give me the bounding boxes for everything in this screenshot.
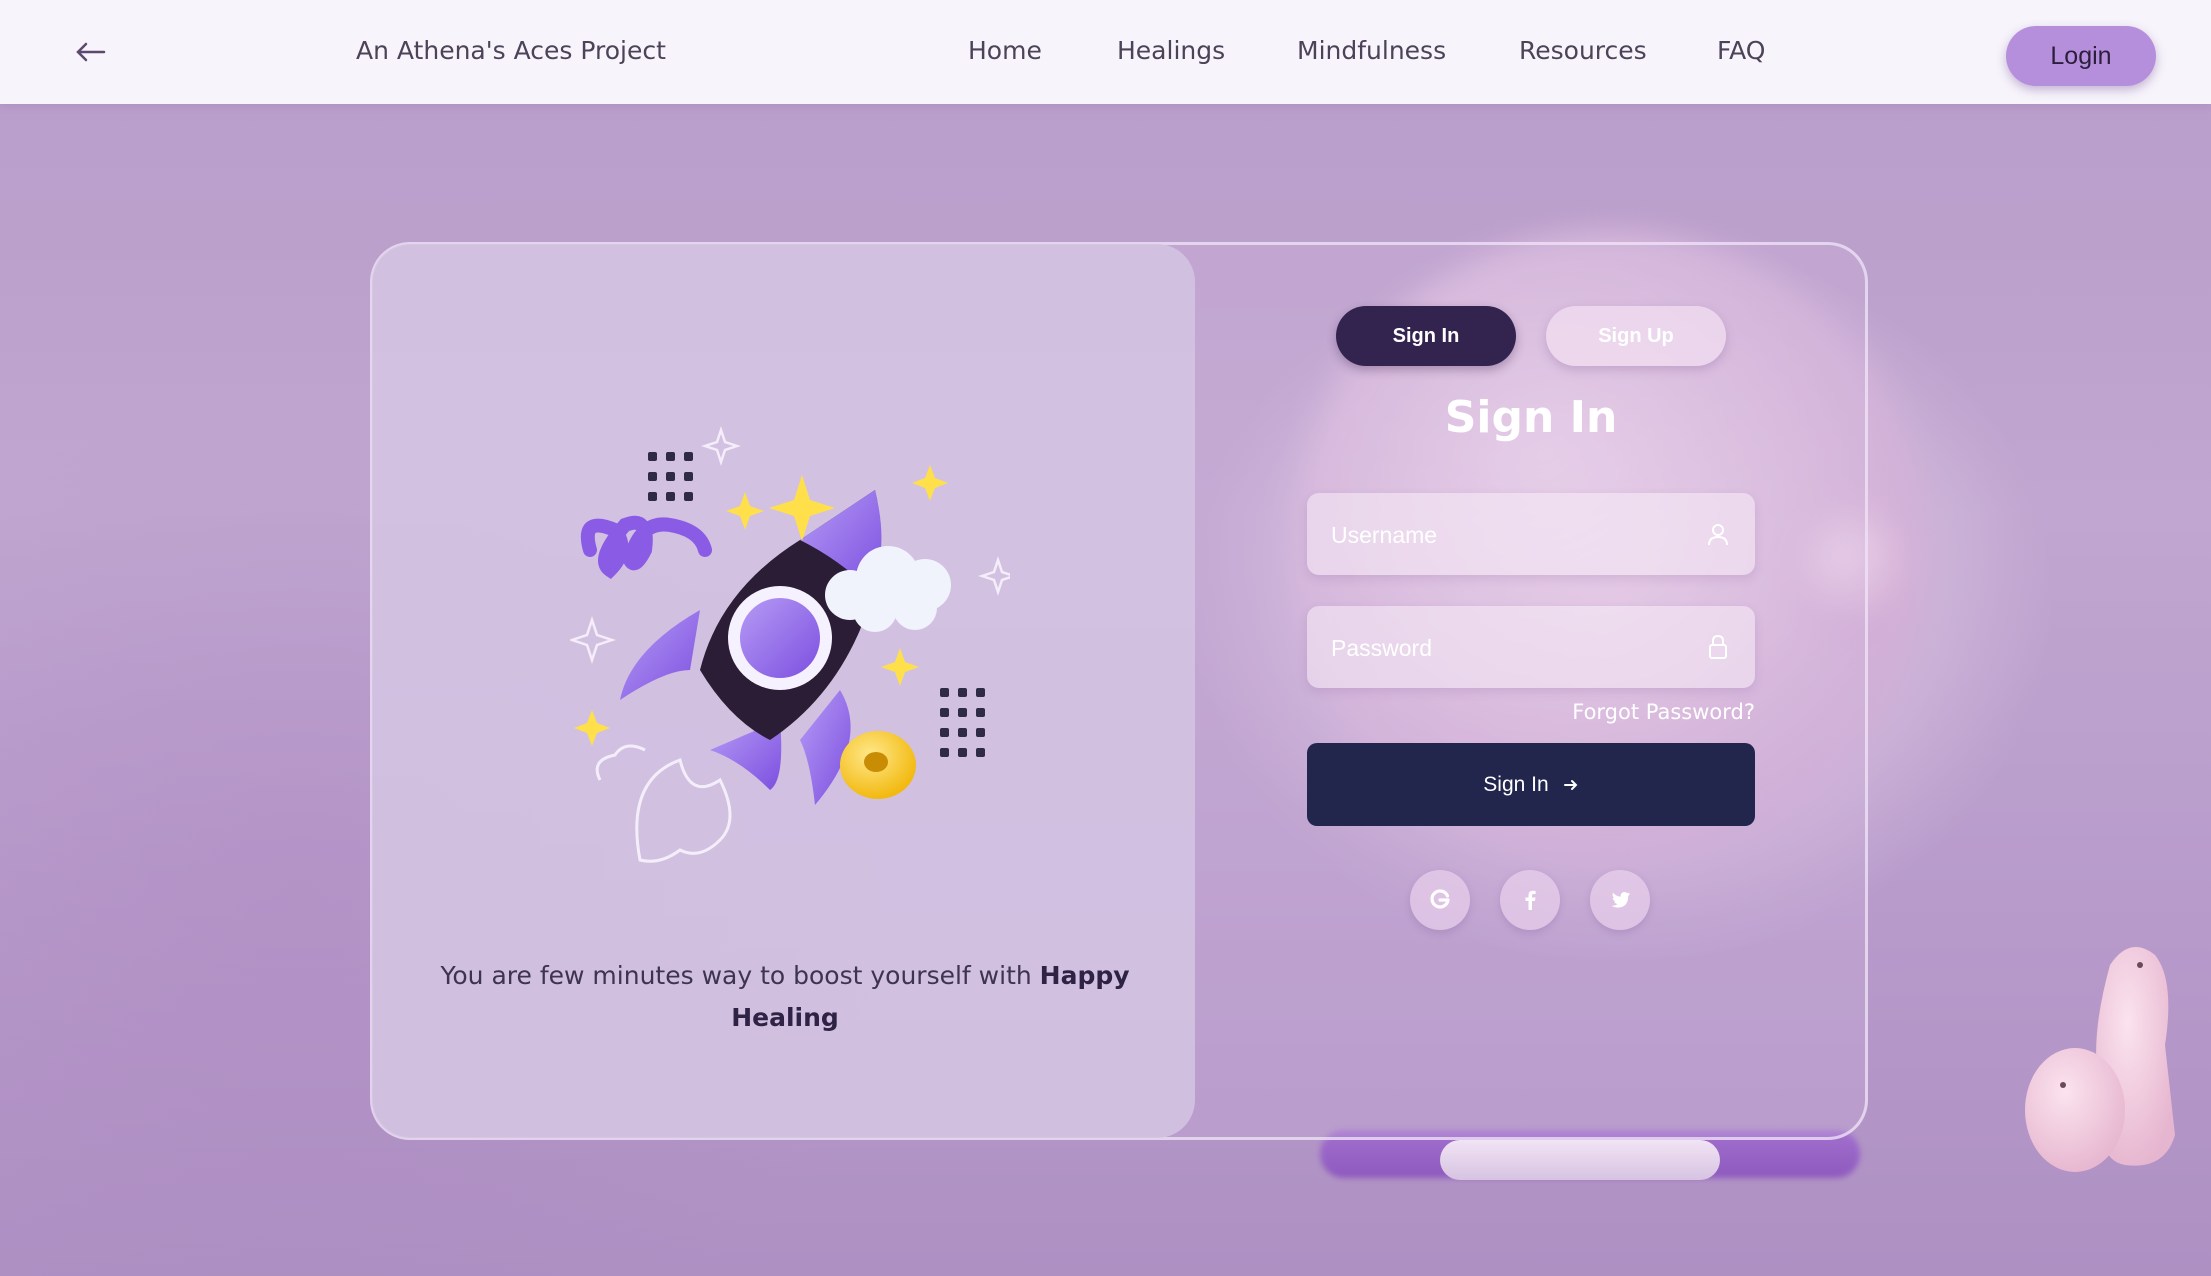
toy-figure-decoration — [2025, 947, 2175, 1172]
tab-sign-in[interactable]: Sign In — [1336, 306, 1516, 366]
password-input[interactable] — [1329, 606, 1693, 690]
sign-in-submit-button[interactable]: Sign In — [1307, 743, 1755, 826]
username-field — [1307, 493, 1755, 577]
nav-resources[interactable]: Resources — [1519, 36, 1647, 65]
password-field — [1307, 606, 1755, 690]
google-login-button[interactable] — [1410, 870, 1470, 930]
form-title: Sign In — [1444, 392, 1618, 443]
back-arrow-icon[interactable] — [72, 34, 112, 74]
nav-faq[interactable]: FAQ — [1717, 36, 1765, 65]
forgot-password-link[interactable]: Forgot Password? — [1500, 700, 1755, 724]
background-platform-top — [1440, 1140, 1720, 1180]
facebook-login-button[interactable] — [1500, 870, 1560, 930]
submit-label: Sign In — [1483, 772, 1549, 796]
username-input[interactable] — [1329, 493, 1693, 577]
twitter-icon — [1611, 892, 1630, 908]
brand-title: An Athena's Aces Project — [356, 36, 666, 65]
tab-sign-up[interactable]: Sign Up — [1546, 306, 1726, 366]
nav-healings[interactable]: Healings — [1117, 36, 1225, 65]
nav-mindfulness[interactable]: Mindfulness — [1297, 36, 1446, 65]
tagline: You are few minutes way to boost yoursel… — [420, 955, 1150, 1039]
google-icon — [1430, 889, 1450, 909]
tagline-text: You are few minutes way to boost yoursel… — [440, 961, 1032, 990]
nav-home[interactable]: Home — [968, 36, 1042, 65]
twitter-login-button[interactable] — [1590, 870, 1650, 930]
rocket-illustration-icon — [570, 426, 1010, 863]
top-navigation-bar: An Athena's Aces Project Home Healings M… — [0, 0, 2211, 104]
facebook-icon — [1525, 890, 1536, 910]
arrow-right-icon — [1563, 779, 1578, 790]
user-icon — [1708, 524, 1728, 546]
login-button[interactable]: Login — [2006, 26, 2156, 86]
lock-icon — [1709, 634, 1727, 659]
